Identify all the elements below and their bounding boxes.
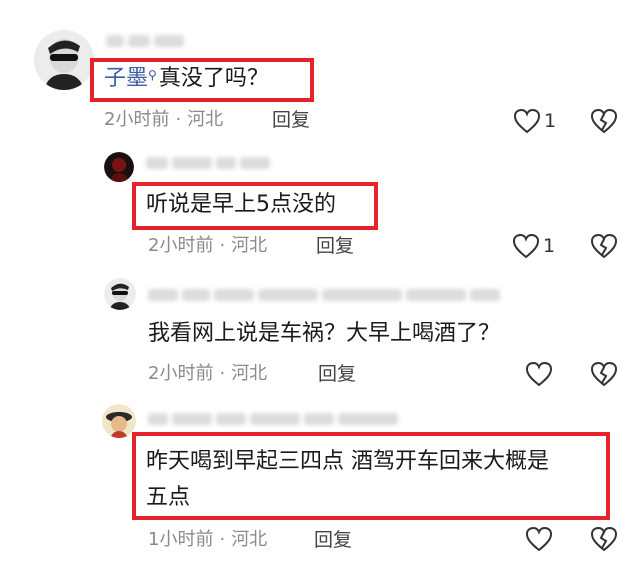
username-blurred[interactable]	[146, 156, 270, 170]
comment-meta: 2小时前 · 河北	[148, 362, 267, 386]
separator: ·	[219, 363, 226, 384]
location: 河北	[231, 363, 268, 384]
separator: ·	[219, 235, 226, 256]
avatar[interactable]	[104, 278, 136, 310]
heart-outline-icon[interactable]	[512, 233, 540, 259]
comment-text: 子墨⚲真没了吗？	[104, 66, 269, 91]
heart-outline-icon[interactable]	[513, 108, 541, 134]
location: 河北	[231, 235, 268, 256]
comment-meta: 2小时前 · 河北	[148, 234, 267, 258]
separator: ·	[219, 529, 226, 550]
search-icon: ⚲	[148, 68, 157, 82]
like-count: 1	[543, 235, 556, 257]
location: 河北	[187, 109, 224, 130]
comment-text-line-2: 五点	[146, 485, 191, 510]
broken-heart-icon[interactable]	[590, 361, 618, 387]
reply-button[interactable]: 回复	[272, 108, 310, 132]
reply-button[interactable]: 回复	[316, 234, 354, 258]
broken-heart-icon[interactable]	[590, 526, 618, 552]
avatar[interactable]	[104, 152, 134, 182]
avatar[interactable]	[34, 30, 94, 90]
reply-button[interactable]: 回复	[318, 362, 356, 386]
timestamp: 2小时前	[148, 363, 214, 384]
broken-heart-icon[interactable]	[590, 108, 618, 134]
heart-outline-icon[interactable]	[525, 526, 553, 552]
comment-text: 听说是早上5点没的	[146, 192, 336, 217]
username-blurred[interactable]	[148, 412, 398, 426]
reply-button[interactable]: 回复	[314, 528, 352, 552]
comment-text-line-1: 昨天喝到早起三四点 酒驾开车回来大概是	[146, 449, 549, 474]
comment-text: 我看网上说是车祸？大早上喝酒了？	[148, 321, 501, 346]
timestamp: 2小时前	[148, 235, 214, 256]
heart-outline-icon[interactable]	[525, 361, 553, 387]
like-count: 1	[544, 110, 557, 132]
username-blurred[interactable]	[148, 288, 500, 302]
username-blurred[interactable]	[106, 34, 184, 48]
timestamp: 2小时前	[104, 109, 170, 130]
comment-meta: 2小时前 · 河北	[104, 108, 223, 132]
separator: ·	[175, 109, 182, 130]
mention-user[interactable]: 子墨	[104, 66, 148, 91]
location: 河北	[231, 529, 268, 550]
comment-meta: 1小时前 · 河北	[148, 528, 267, 552]
broken-heart-icon[interactable]	[590, 233, 618, 259]
avatar[interactable]	[102, 404, 136, 438]
timestamp: 1小时前	[148, 529, 214, 550]
